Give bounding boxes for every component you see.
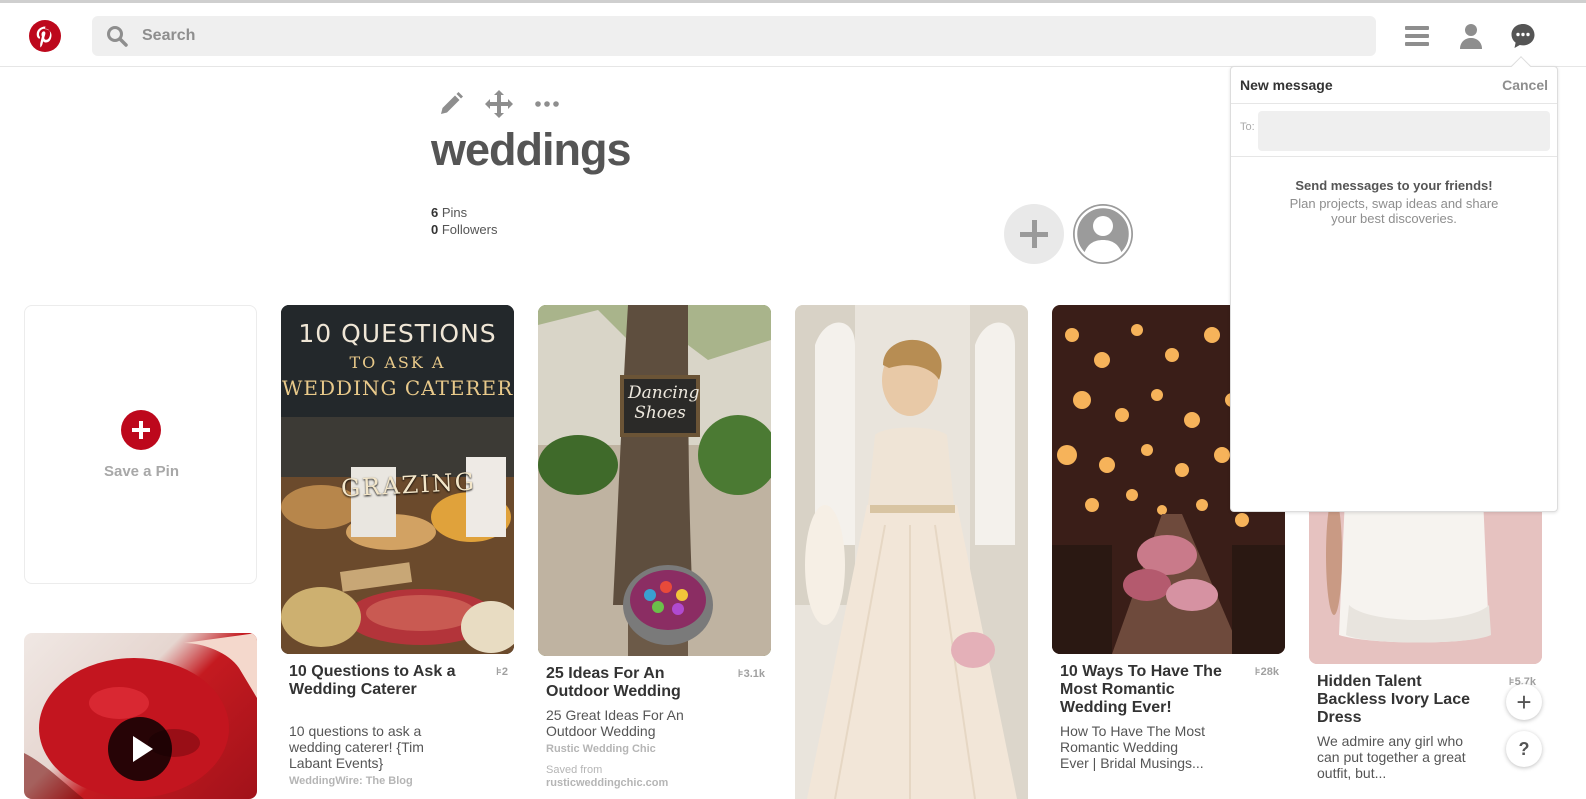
followers-label: Followers xyxy=(438,222,498,237)
pins-label: Pins xyxy=(438,205,468,220)
pin-image-text-1: Dancing xyxy=(628,383,700,403)
cancel-button[interactable]: Cancel xyxy=(1502,77,1548,93)
pin-description: We admire any girl who can put together … xyxy=(1317,733,1466,781)
floating-add-button[interactable]: + xyxy=(1506,684,1542,720)
pin-image xyxy=(795,305,1028,799)
edit-icon[interactable] xyxy=(436,89,466,119)
search-icon xyxy=(107,26,128,47)
pin-source[interactable]: WeddingWire: The Blog xyxy=(289,775,413,787)
pin-image-text-1: 10 QUESTIONS xyxy=(298,319,497,348)
pin-title: 10 Ways To Have The Most Romantic Weddin… xyxy=(1060,663,1222,716)
followers-count-link[interactable]: 0 Followers xyxy=(431,221,497,238)
pin-title: Hidden Talent Backless Ivory Lace Dress xyxy=(1317,673,1470,726)
saved-from-label: Saved from xyxy=(546,764,603,776)
add-pin-icon xyxy=(121,410,161,450)
new-message-panel: New message Cancel To: Send messages to … xyxy=(1230,56,1558,512)
board-title: weddings xyxy=(431,124,632,175)
empty-state-text: Plan projects, swap ideas and share your… xyxy=(1289,196,1499,226)
board-stats: 6 Pins 0 Followers xyxy=(431,204,497,238)
menu-icon[interactable] xyxy=(1402,21,1432,51)
plus-icon: + xyxy=(1516,687,1532,717)
pinterest-logo-icon xyxy=(36,26,52,48)
new-message-title: New message xyxy=(1240,77,1333,93)
repin-count: ⊧2 xyxy=(495,666,508,678)
profile-icon[interactable] xyxy=(1456,21,1486,51)
pin-card[interactable]: Dancing Shoes 25 Ideas For An Outdoor We… xyxy=(538,305,771,799)
search-bar[interactable] xyxy=(92,16,1376,56)
pin-image-text-2: Shoes xyxy=(634,403,686,423)
pins-count-link[interactable]: 6 Pins xyxy=(431,204,497,221)
plus-icon xyxy=(1020,220,1048,248)
move-icon[interactable] xyxy=(484,89,514,119)
add-collaborator-button[interactable] xyxy=(1004,204,1064,264)
to-label: To: xyxy=(1240,121,1255,133)
divider xyxy=(1231,103,1557,104)
empty-state-heading: Send messages to your friends! xyxy=(1295,178,1493,193)
pin-card[interactable] xyxy=(795,305,1028,799)
saved-from-link[interactable]: rusticweddingchic.com xyxy=(546,777,668,789)
save-pin-card[interactable]: Save a Pin xyxy=(24,305,257,584)
top-header xyxy=(0,3,1586,67)
pin-image-text: Dancing Shoes xyxy=(628,383,700,423)
scrollbar[interactable] xyxy=(1568,67,1586,799)
repin-count: ⊧28k xyxy=(1254,666,1279,678)
play-icon[interactable] xyxy=(108,717,172,781)
pin-video[interactable] xyxy=(24,633,257,799)
pin-image: Dancing Shoes xyxy=(538,305,771,656)
default-avatar-icon xyxy=(1074,205,1132,263)
help-button[interactable]: ? xyxy=(1506,731,1542,767)
pin-image-text-3: WEDDING CATERER xyxy=(281,376,514,400)
more-icon[interactable] xyxy=(532,89,562,119)
pin-title: 10 Questions to Ask a Wedding Caterer xyxy=(289,663,456,698)
save-pin-label: Save a Pin xyxy=(103,463,180,480)
search-input[interactable] xyxy=(142,16,1342,56)
messages-icon[interactable] xyxy=(1508,21,1538,51)
pin-description: 25 Great Ideas For An Outdoor Wedding xyxy=(546,707,684,739)
pin-image-text-2: TO ASK A xyxy=(349,353,446,372)
pinterest-logo[interactable] xyxy=(29,20,61,52)
pin-title: 25 Ideas For An Outdoor Wedding xyxy=(546,665,681,700)
pin-description: 10 questions to ask a wedding caterer! {… xyxy=(289,723,424,771)
divider xyxy=(1231,156,1557,157)
pin-board-source[interactable]: Rustic Wedding Chic xyxy=(546,743,656,755)
recipient-input[interactable] xyxy=(1258,111,1550,151)
pin-card[interactable]: 10 QUESTIONS TO ASK A WEDDING CATERER GR… xyxy=(281,305,514,799)
help-icon: ? xyxy=(1518,739,1530,759)
repin-count: ⊧3.1k xyxy=(737,668,765,680)
board-owner-avatar[interactable] xyxy=(1073,204,1133,264)
pin-description: How To Have The Most Romantic Wedding Ev… xyxy=(1060,723,1205,771)
pin-image: 10 QUESTIONS TO ASK A WEDDING CATERER GR… xyxy=(281,305,514,654)
